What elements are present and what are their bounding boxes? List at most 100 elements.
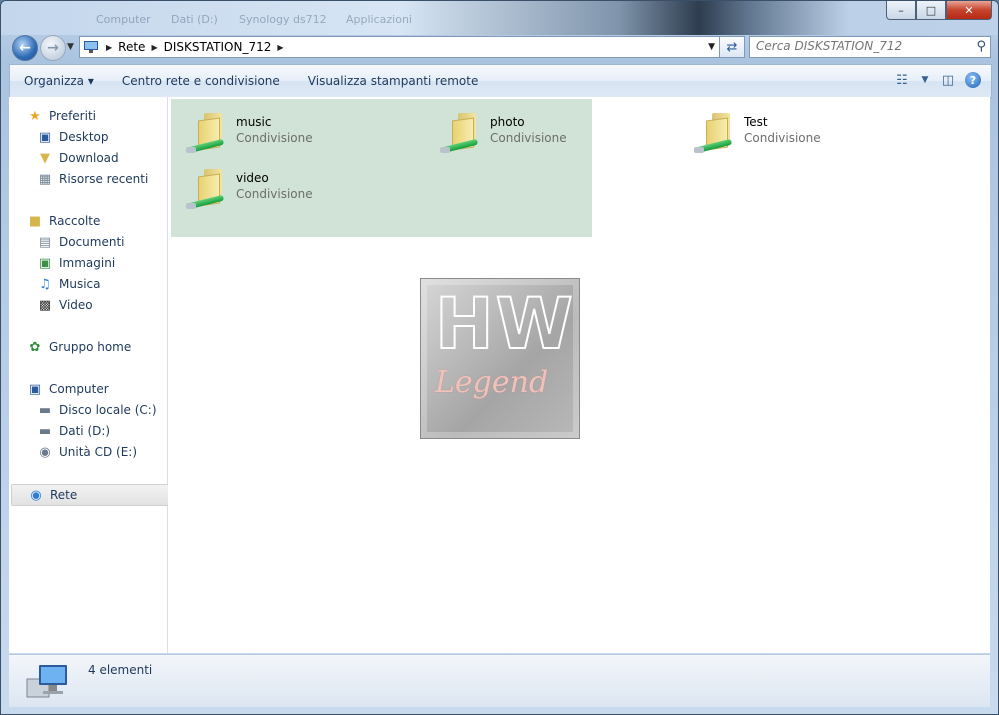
back-arrow-icon: ← — [19, 40, 31, 56]
network-icon: ◉ — [30, 487, 42, 503]
address-bar[interactable]: ▶ Rete ▶ DISKSTATION_712 ▶ ▼ — [79, 36, 720, 58]
breadcrumb-diskstation[interactable]: DISKSTATION_712 — [164, 40, 272, 54]
ghost-path-3: Synology ds712 — [239, 13, 327, 26]
nav-drive-c-label: Disco locale (C:) — [59, 403, 157, 417]
address-history-dropdown-icon[interactable]: ▼ — [708, 42, 715, 52]
shared-folder-icon — [184, 105, 230, 155]
homegroup-icon: ✿ — [29, 339, 41, 355]
nav-documents[interactable]: ▤ Documenti — [37, 232, 125, 252]
computer-icon: ▣ — [28, 381, 42, 397]
nav-favorites[interactable]: ★ Preferiti — [27, 106, 96, 126]
remote-printers-button[interactable]: Visualizza stampanti remote — [294, 74, 493, 88]
details-pane: 4 elementi — [9, 654, 990, 707]
nav-desktop[interactable]: ▣ Desktop — [37, 127, 109, 147]
nav-music[interactable]: ♫ Musica — [37, 274, 101, 294]
nav-computer-label: Computer — [49, 382, 109, 396]
nav-pictures[interactable]: ▣ Immagini — [37, 253, 115, 273]
network-computer-icon — [84, 41, 98, 53]
close-button[interactable]: ✕ — [946, 1, 992, 20]
nav-recent-label: Risorse recenti — [59, 172, 149, 186]
share-item-music[interactable]: music Condivisione — [184, 105, 424, 155]
recent-pages-dropdown-icon[interactable]: ▼ — [67, 42, 74, 52]
share-item-test[interactable]: Test Condivisione — [692, 105, 932, 155]
ghost-path-4: Applicazioni — [346, 13, 412, 26]
search-box[interactable]: ⚲ — [749, 36, 991, 58]
item-name: photo — [490, 115, 525, 129]
nav-drive-d[interactable]: ▬ Dati (D:) — [37, 421, 110, 441]
nav-videos[interactable]: ▩ Video — [37, 295, 93, 315]
view-options-chevron-down-icon[interactable]: ▼ — [919, 71, 931, 89]
share-item-video[interactable]: video Condivisione — [184, 161, 424, 211]
item-name: video — [236, 171, 269, 185]
nav-drive-e[interactable]: ◉ Unità CD (E:) — [37, 442, 137, 462]
minimize-button[interactable]: – — [886, 1, 916, 20]
search-input[interactable] — [750, 37, 956, 55]
cd-drive-icon: ◉ — [39, 444, 51, 460]
nav-download[interactable]: ▼ Download — [37, 148, 119, 168]
navigation-pane[interactable]: ★ Preferiti ▣ Desktop ▼ Download ▦ Risor… — [9, 97, 183, 653]
maximize-button[interactable]: □ — [916, 1, 946, 20]
system-drive-icon: ▬ — [38, 402, 52, 418]
nav-music-label: Musica — [59, 277, 101, 291]
nav-favorites-label: Preferiti — [49, 109, 96, 123]
item-name: music — [236, 115, 272, 129]
libraries-icon: ■ — [28, 213, 42, 229]
back-button[interactable]: ← — [12, 35, 38, 61]
organize-chevron-down-icon: ▾ — [87, 74, 94, 88]
nav-videos-label: Video — [59, 298, 93, 312]
watermark-line1: HW — [434, 282, 575, 366]
refresh-button[interactable]: ⇄ — [719, 36, 745, 58]
watermark-line2: Legend — [435, 365, 549, 400]
ghost-path-2: Dati (D:) — [171, 13, 218, 26]
documents-icon: ▤ — [38, 234, 52, 250]
breadcrumb-separator-icon[interactable]: ▶ — [277, 43, 283, 52]
refresh-icon: ⇄ — [726, 39, 738, 55]
recent-places-icon: ▦ — [38, 171, 52, 187]
breadcrumb-rete[interactable]: Rete — [118, 40, 145, 54]
drive-icon: ▬ — [38, 423, 52, 439]
nav-drive-c[interactable]: ▬ Disco locale (C:) — [37, 400, 157, 420]
watermark-logo: HW Legend — [420, 278, 580, 439]
change-view-icon[interactable]: ☷ — [891, 71, 913, 89]
nav-recent[interactable]: ▦ Risorse recenti — [37, 169, 148, 189]
nav-download-label: Download — [59, 151, 119, 165]
help-icon[interactable]: ? — [965, 72, 981, 88]
star-icon: ★ — [29, 108, 41, 124]
nav-libraries-label: Raccolte — [49, 214, 101, 228]
nav-drive-d-label: Dati (D:) — [59, 424, 111, 438]
breadcrumb-separator-icon[interactable]: ▶ — [106, 43, 112, 52]
nav-libraries[interactable]: ■ Raccolte — [27, 211, 101, 231]
network-device-icon — [26, 665, 67, 698]
nav-documents-label: Documenti — [59, 235, 125, 249]
item-type: Condivisione — [236, 131, 313, 145]
command-bar: Organizza ▾ Centro rete e condivisione V… — [9, 64, 992, 98]
share-item-photo[interactable]: photo Condivisione — [438, 105, 678, 155]
item-type: Condivisione — [236, 187, 313, 201]
film-icon: ▩ — [38, 297, 52, 313]
organize-menu[interactable]: Organizza ▾ — [10, 74, 108, 88]
search-icon[interactable]: ⚲ — [976, 39, 986, 54]
caption-buttons: – □ ✕ — [886, 1, 992, 20]
nav-pictures-label: Immagini — [59, 256, 116, 270]
desktop-icon: ▣ — [38, 129, 52, 145]
ghost-path-1: Computer — [96, 13, 151, 26]
nav-computer[interactable]: ▣ Computer — [27, 379, 109, 399]
music-note-icon: ♫ — [39, 276, 51, 292]
download-folder-icon: ▼ — [40, 150, 50, 166]
network-center-button[interactable]: Centro rete e condivisione — [108, 74, 294, 88]
item-type: Condivisione — [744, 131, 821, 145]
forward-button[interactable]: → — [40, 35, 66, 61]
explorer-window: Computer Dati (D:) Synology ds712 Applic… — [0, 0, 999, 715]
nav-network[interactable]: ◉ Rete — [11, 484, 183, 506]
shared-folder-icon — [438, 105, 484, 155]
nav-network-label: Rete — [50, 488, 78, 502]
nav-desktop-label: Desktop — [59, 130, 109, 144]
title-bar[interactable]: Computer Dati (D:) Synology ds712 Applic… — [1, 1, 998, 35]
shared-folder-icon — [692, 105, 738, 155]
item-type: Condivisione — [490, 131, 567, 145]
item-count: 4 elementi — [88, 663, 153, 677]
breadcrumb-separator-icon[interactable]: ▶ — [151, 43, 157, 52]
preview-pane-icon[interactable]: ◫ — [937, 71, 959, 89]
content-pane[interactable]: music Condivisione photo Condivisione Te… — [168, 97, 990, 653]
nav-homegroup[interactable]: ✿ Gruppo home — [27, 337, 132, 357]
